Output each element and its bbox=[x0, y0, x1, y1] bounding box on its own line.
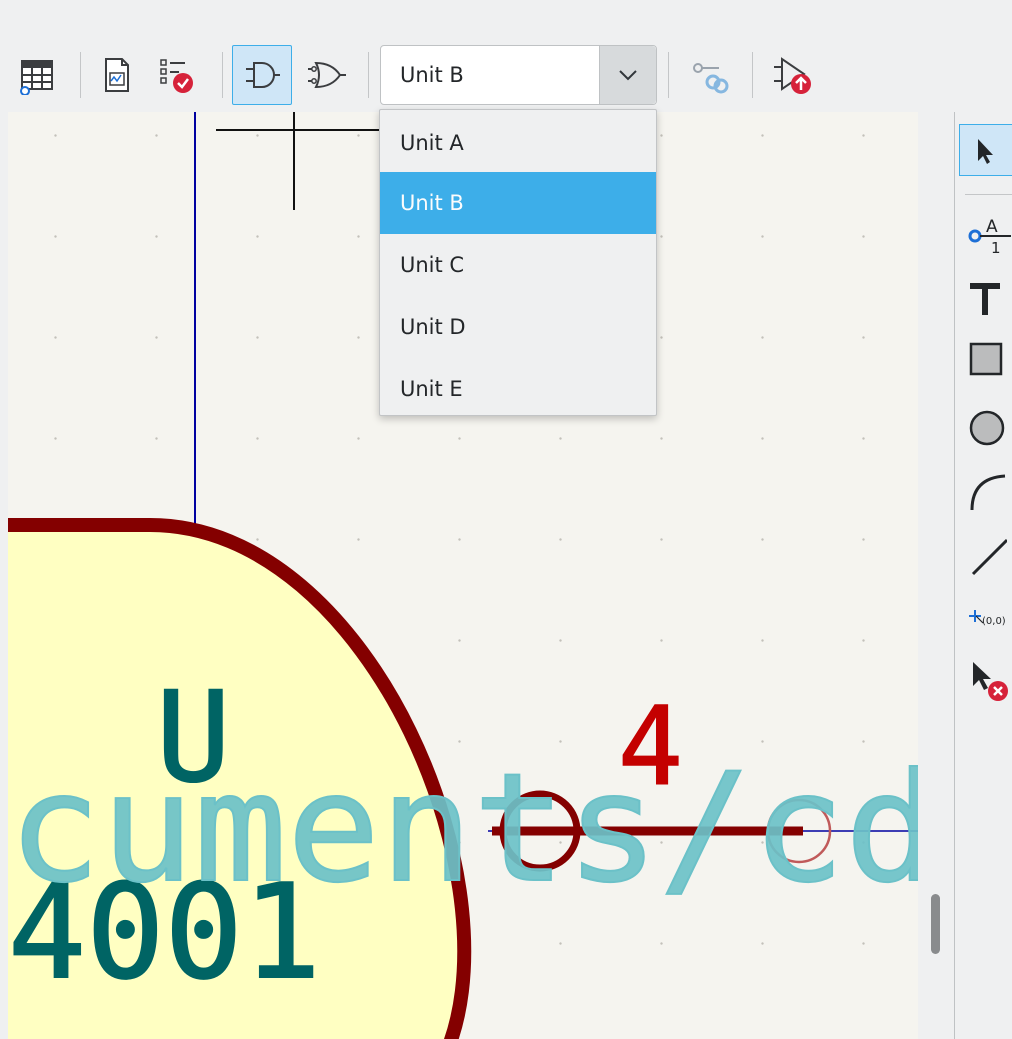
circle-tool-button[interactable] bbox=[959, 402, 1012, 454]
rectangle-tool-button[interactable] bbox=[959, 332, 1012, 384]
pin-icon: A 1 bbox=[968, 217, 1011, 257]
delete-tool-icon bbox=[973, 662, 1008, 701]
unit-option-b[interactable]: Unit B bbox=[380, 172, 656, 234]
pin-link-icon bbox=[693, 63, 729, 94]
symbol-update-icon bbox=[774, 57, 811, 94]
rectangle-icon bbox=[969, 342, 1003, 376]
symbol-fields-table-button[interactable] bbox=[6, 45, 66, 105]
pin-table-button[interactable] bbox=[680, 45, 740, 105]
line-icon bbox=[971, 538, 1007, 576]
drawing-toolbar: A 1 (0,0) bbox=[955, 112, 1012, 1039]
de-morgan-standard-button[interactable] bbox=[232, 45, 292, 105]
toolbar-separator bbox=[752, 52, 753, 98]
unit-selector-popup: Unit A Unit B Unit C Unit D Unit E bbox=[379, 109, 657, 416]
select-arrow-icon bbox=[978, 139, 993, 164]
unit-option-e[interactable]: Unit E bbox=[380, 358, 656, 420]
chevron-down-icon bbox=[619, 70, 637, 81]
datasheet-icon bbox=[105, 58, 129, 92]
or-gate-icon bbox=[308, 61, 346, 89]
unit-selector-dropdown-button[interactable] bbox=[599, 46, 656, 104]
window-top-strip bbox=[0, 0, 1012, 40]
unit-selector-combobox[interactable]: Unit B bbox=[380, 45, 657, 105]
right-toolbar-separator bbox=[965, 194, 1012, 195]
pin-icon-label-a: A bbox=[986, 217, 998, 237]
anchor-icon: (0,0) bbox=[969, 610, 1006, 627]
circle-icon bbox=[969, 410, 1005, 446]
line-tool-button[interactable] bbox=[959, 530, 1012, 582]
unit-selector-value: Unit B bbox=[400, 63, 464, 87]
unit-option-a[interactable]: Unit A bbox=[380, 112, 656, 174]
table-icon bbox=[20, 60, 53, 95]
toolbar-separator bbox=[368, 52, 369, 98]
checklist-error-icon bbox=[160, 59, 193, 93]
anchor-tool-button[interactable]: (0,0) bbox=[959, 592, 1012, 644]
and-gate-icon bbox=[246, 62, 280, 88]
datasheet-button[interactable] bbox=[86, 45, 146, 105]
update-symbol-button[interactable] bbox=[762, 45, 822, 105]
select-tool-button[interactable] bbox=[959, 124, 1012, 176]
arc-icon bbox=[970, 474, 1006, 511]
vertical-scrollbar[interactable] bbox=[918, 112, 954, 1039]
overlay-path-text: cuments/cd bbox=[8, 742, 918, 916]
toolbar-separator bbox=[668, 52, 669, 98]
check-symbol-button[interactable] bbox=[146, 45, 206, 105]
unit-option-c[interactable]: Unit C bbox=[380, 234, 656, 296]
text-tool-button[interactable] bbox=[959, 272, 1012, 324]
toolbar-separator bbox=[80, 52, 81, 98]
unit-option-d[interactable]: Unit D bbox=[380, 296, 656, 358]
pin-icon-label-1: 1 bbox=[991, 239, 1001, 257]
de-morgan-alternate-button[interactable] bbox=[296, 45, 356, 105]
text-icon bbox=[970, 283, 1000, 315]
scrollbar-thumb[interactable] bbox=[931, 894, 940, 954]
delete-tool-button[interactable] bbox=[959, 656, 1012, 708]
pin-tool-button[interactable]: A 1 bbox=[959, 208, 1012, 260]
anchor-icon-label: (0,0) bbox=[982, 616, 1006, 627]
toolbar-separator bbox=[222, 52, 223, 98]
arc-tool-button[interactable] bbox=[959, 466, 1012, 518]
